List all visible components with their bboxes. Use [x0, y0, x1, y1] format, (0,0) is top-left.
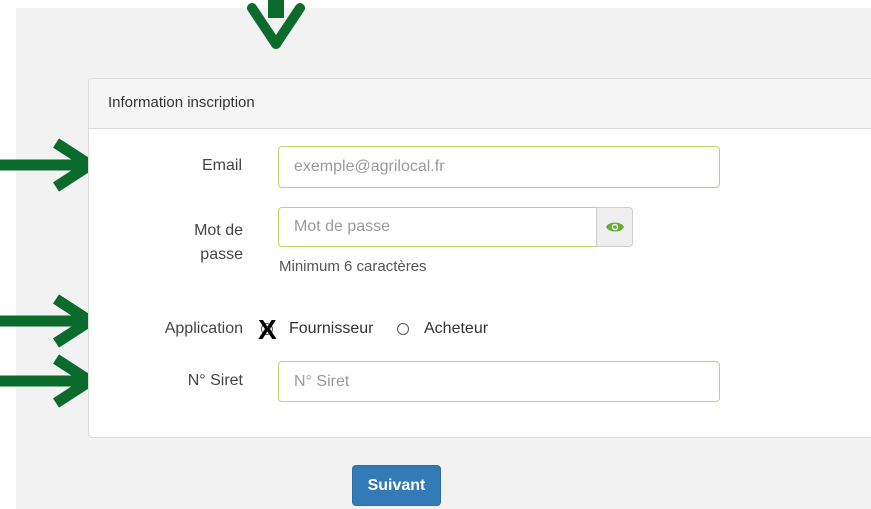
panel-title: Information inscription [108, 94, 255, 111]
eye-icon [606, 222, 624, 232]
radio-circle [397, 323, 409, 335]
annotation-arrow-down [247, 0, 305, 49]
panel-heading: Information inscription [89, 79, 871, 129]
email-label: Email [201, 157, 242, 174]
email-field[interactable] [278, 146, 720, 188]
siret-field[interactable] [278, 361, 720, 402]
annotation-arrow-siret [0, 354, 100, 408]
siret-label: N° Siret [187, 372, 243, 389]
password-help-text: Minimum 6 caractères [279, 258, 427, 275]
application-label: Application [164, 320, 243, 337]
annotation-arrow-application [0, 294, 100, 348]
password-label-line2: passe [200, 246, 243, 263]
password-field[interactable] [278, 207, 598, 247]
next-button[interactable]: Suivant [352, 465, 441, 506]
password-label: Mot de passe [150, 219, 243, 267]
radio-label-acheteur[interactable]: Acheteur [424, 320, 488, 338]
annotation-x-mark: X [258, 314, 277, 345]
annotation-arrow-email [0, 138, 100, 192]
password-label-line1: Mot de [194, 222, 243, 239]
radio-label-fournisseur[interactable]: Fournisseur [289, 320, 373, 338]
show-password-button[interactable] [596, 207, 633, 247]
